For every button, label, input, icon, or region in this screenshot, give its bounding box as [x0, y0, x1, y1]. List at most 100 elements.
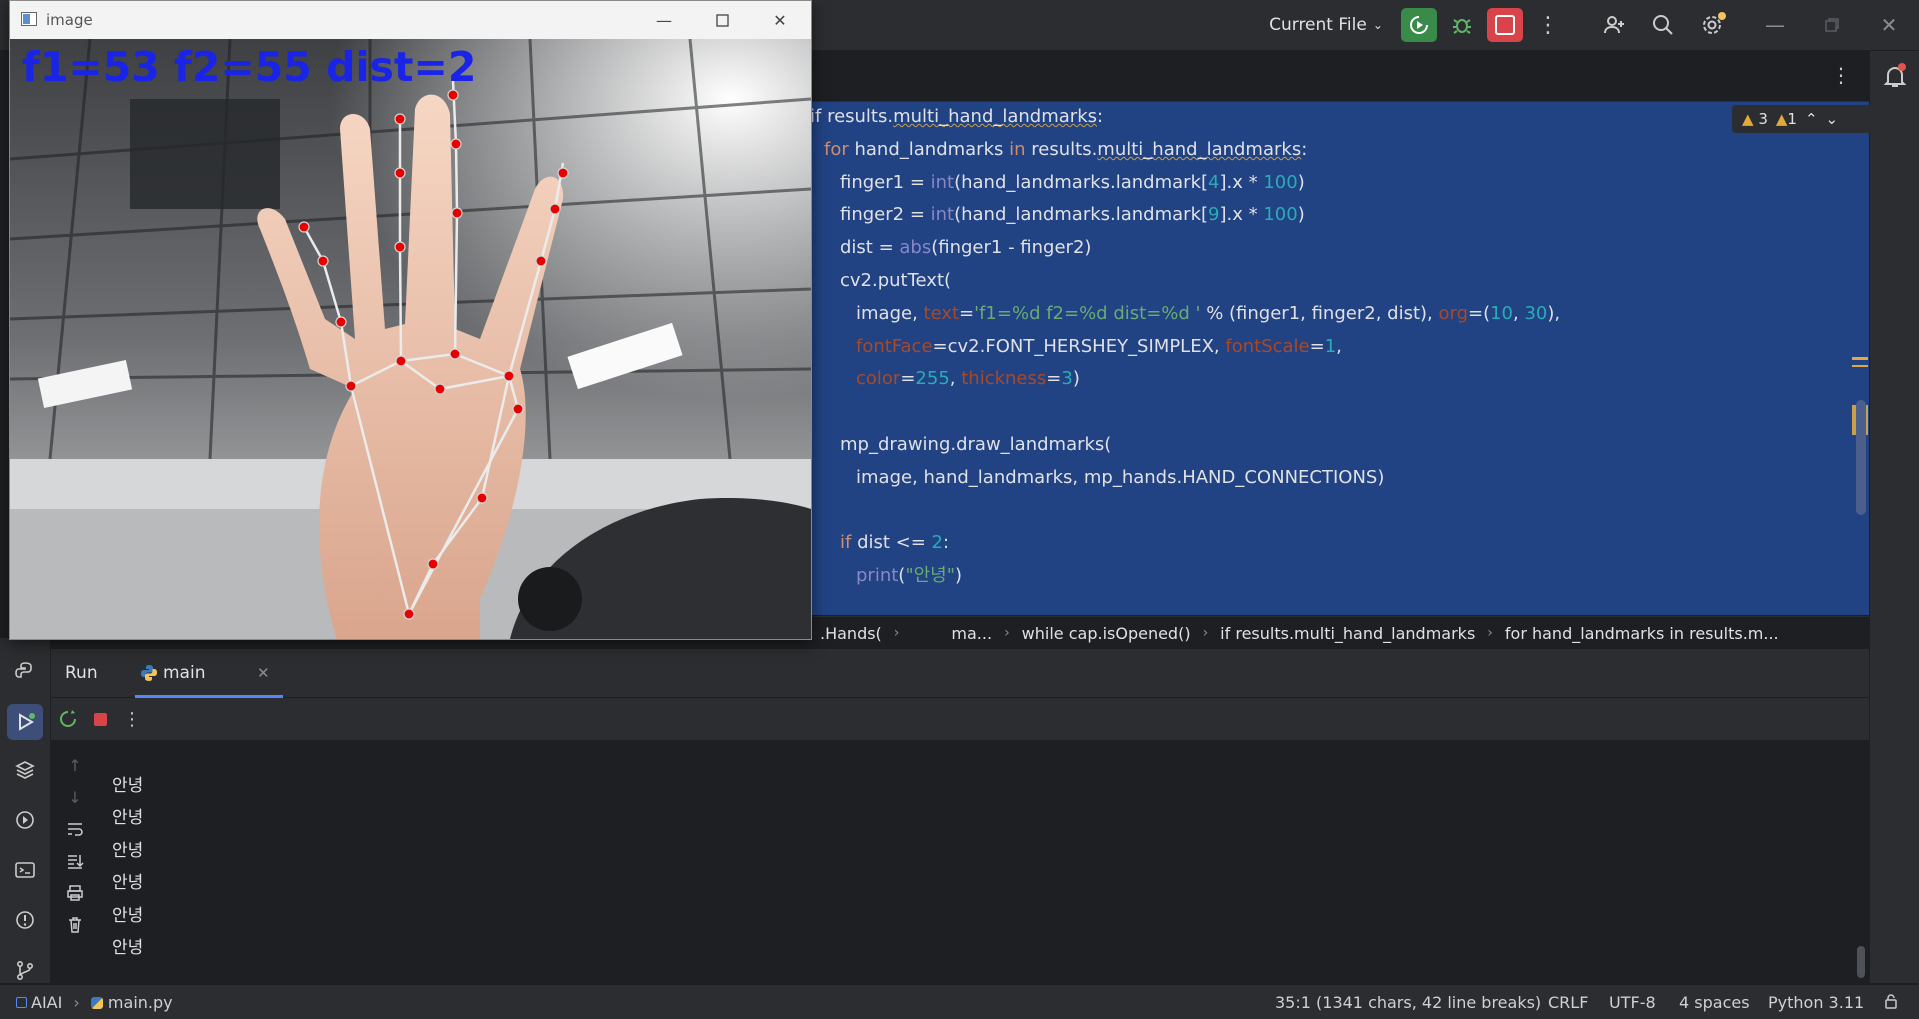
code-token: org — [1438, 302, 1468, 324]
git-icon[interactable] — [11, 956, 39, 984]
project-breadcrumb[interactable]: AIAI › main.py — [16, 993, 173, 1012]
close-window-button[interactable]: ✕ — [760, 7, 800, 33]
scroll-to-end-icon[interactable] — [65, 851, 85, 871]
settings-button[interactable] — [1694, 0, 1730, 50]
print-icon[interactable] — [65, 883, 85, 903]
run-tool-icon[interactable] — [7, 704, 43, 740]
code-token: 10 — [1490, 302, 1514, 324]
camera-frame: f1=53 f2=55 dist=2 — [10, 39, 811, 639]
run-tab-label: main — [163, 663, 206, 683]
terminal-icon[interactable] — [11, 856, 39, 884]
editor-tabs-more-icon[interactable]: ⋮ — [1831, 63, 1851, 87]
code-line[interactable]: dist = abs(finger1 - finger2) — [840, 233, 1091, 263]
console-output-line: 안녕 — [112, 840, 144, 861]
rerun-button[interactable] — [1401, 8, 1437, 42]
code-line[interactable]: if results.multi_hand_landmarks: — [810, 102, 1103, 132]
problems-icon[interactable] — [11, 906, 39, 934]
read-only-lock-icon[interactable] — [1883, 993, 1899, 1013]
chevron-right-icon: › — [1202, 625, 1209, 641]
minimize-window-button[interactable]: — — [1752, 0, 1798, 50]
code-line[interactable]: image, hand_landmarks, mp_hands.HAND_CON… — [856, 463, 1384, 493]
code-token: , — [1336, 335, 1342, 357]
maximize-window-button[interactable] — [1809, 0, 1855, 50]
error-stripe-marker[interactable] — [1852, 365, 1868, 367]
code-token: color — [856, 368, 901, 390]
code-editor[interactable]: if results.multi_hand_landmarks: for hand… — [810, 102, 1869, 615]
left-tool-stripe — [0, 638, 51, 983]
code-token: 9 — [1208, 204, 1220, 226]
code-line[interactable]: finger2 = int(hand_landmarks.landmark[9]… — [840, 200, 1305, 230]
python-interpreter[interactable]: Python 3.11 — [1768, 993, 1864, 1012]
services-icon[interactable] — [11, 806, 39, 834]
code-token: mp_drawing.draw_landmarks( — [840, 434, 1112, 455]
breadcrumb-item[interactable]: if results.multi_hand_landmarks — [1220, 624, 1475, 643]
breadcrumb-item[interactable]: for hand_landmarks in results.m... — [1505, 624, 1779, 643]
indent-setting[interactable]: 4 spaces — [1679, 993, 1750, 1012]
run-tab-main[interactable]: main ✕ — [133, 649, 283, 698]
restore-icon — [1825, 18, 1839, 32]
code-token: ].x * — [1219, 204, 1264, 226]
next-highlight-icon[interactable]: ⌄ — [1826, 110, 1839, 128]
console-output-line: 안녕 — [112, 905, 144, 926]
chevron-right-icon: › — [893, 625, 900, 641]
editor-scrollbar[interactable] — [1856, 400, 1866, 515]
code-line[interactable]: print("안녕") — [856, 561, 962, 591]
code-token: (finger1 - finger2) — [931, 237, 1092, 259]
breadcrumb-item[interactable]: ma... — [951, 624, 992, 643]
more-actions-button[interactable]: ⋮ — [1535, 0, 1561, 50]
error-stripe-marker[interactable] — [1852, 357, 1868, 360]
soft-wrap-icon[interactable] — [65, 819, 85, 839]
weak-warning-count: ▲1 — [1775, 110, 1797, 128]
arrow-up-icon[interactable]: ↑ — [65, 755, 85, 775]
console-scrollbar[interactable] — [1857, 946, 1865, 978]
code-line[interactable]: fontFace=cv2.FONT_HERSHEY_SIMPLEX, fontS… — [856, 332, 1342, 362]
code-token: ) — [1297, 204, 1305, 226]
opencv-image-window[interactable]: image — ✕ f1=53 f2=55 dist=2 — [9, 0, 812, 640]
chevron-right-icon: › — [1004, 625, 1010, 641]
code-token: (hand_landmarks.landmark[ — [954, 171, 1209, 193]
arrow-down-icon[interactable]: ↓ — [65, 787, 85, 807]
search-everywhere-button[interactable] — [1645, 0, 1681, 50]
console-output-line: 안녕 — [112, 873, 144, 894]
code-token: , — [1513, 302, 1525, 324]
code-line[interactable]: image, text='f1=%d f2=%d dist=%d ' % (fi… — [856, 299, 1560, 329]
breadcrumb-item[interactable]: while cap.isOpened() — [1022, 624, 1191, 643]
code-line[interactable]: mp_drawing.draw_landmarks( — [840, 430, 1111, 460]
code-token: results. — [1031, 138, 1098, 160]
inspection-widget[interactable]: ▲ 3 ▲1 ⌃ ⌄ — [1732, 105, 1876, 133]
code-line[interactable]: finger1 = int(hand_landmarks.landmark[4]… — [840, 168, 1305, 198]
caret-position[interactable]: 35:1 (1341 chars, 42 line breaks) — [1275, 993, 1541, 1012]
opencv-window-title-bar[interactable]: image — ✕ — [10, 1, 811, 39]
trash-icon[interactable] — [65, 915, 85, 935]
breadcrumb-item[interactable]: .Hands( — [820, 624, 882, 643]
stop-icon[interactable] — [89, 708, 111, 730]
maximize-window-button[interactable] — [702, 7, 742, 33]
code-token: text — [923, 302, 960, 324]
code-token: ) — [1072, 368, 1080, 390]
code-token: (hand_landmarks.landmark[ — [954, 204, 1209, 226]
more-options-icon[interactable]: ⋮ — [121, 708, 143, 730]
console-output[interactable]: ↑ ↓ 안녕 안녕 안녕 안녕 안녕 안녕 — [51, 741, 1869, 983]
close-tab-icon[interactable]: ✕ — [257, 664, 270, 682]
debug-button[interactable] — [1445, 0, 1479, 50]
stop-button[interactable] — [1487, 8, 1523, 42]
minimize-window-button[interactable]: — — [644, 7, 684, 33]
run-configuration-selector[interactable]: Current File ⌄ — [1260, 0, 1392, 50]
weak-warning-icon: ▲ — [1775, 110, 1788, 128]
code-line[interactable]: cv2.putText( — [840, 266, 951, 296]
rerun-icon[interactable] — [57, 708, 79, 730]
python-packages-icon[interactable] — [11, 658, 39, 686]
code-line[interactable]: for hand_landmarks in results.multi_hand… — [824, 135, 1307, 165]
chevron-right-icon: › — [1487, 625, 1493, 641]
code-token: results. — [827, 106, 894, 127]
code-with-me-button[interactable] — [1596, 0, 1632, 50]
close-window-button[interactable]: ✕ — [1866, 0, 1912, 50]
search-icon — [1653, 15, 1673, 35]
file-encoding[interactable]: UTF-8 — [1609, 993, 1656, 1012]
code-line[interactable]: color=255, thickness=3) — [856, 364, 1080, 394]
layers-icon[interactable] — [11, 756, 39, 784]
previous-highlight-icon[interactable]: ⌃ — [1805, 110, 1818, 128]
code-line[interactable]: if dist <= 2: — [840, 528, 949, 558]
line-separator[interactable]: CRLF — [1548, 993, 1588, 1012]
code-token: finger1 = — [840, 171, 931, 193]
